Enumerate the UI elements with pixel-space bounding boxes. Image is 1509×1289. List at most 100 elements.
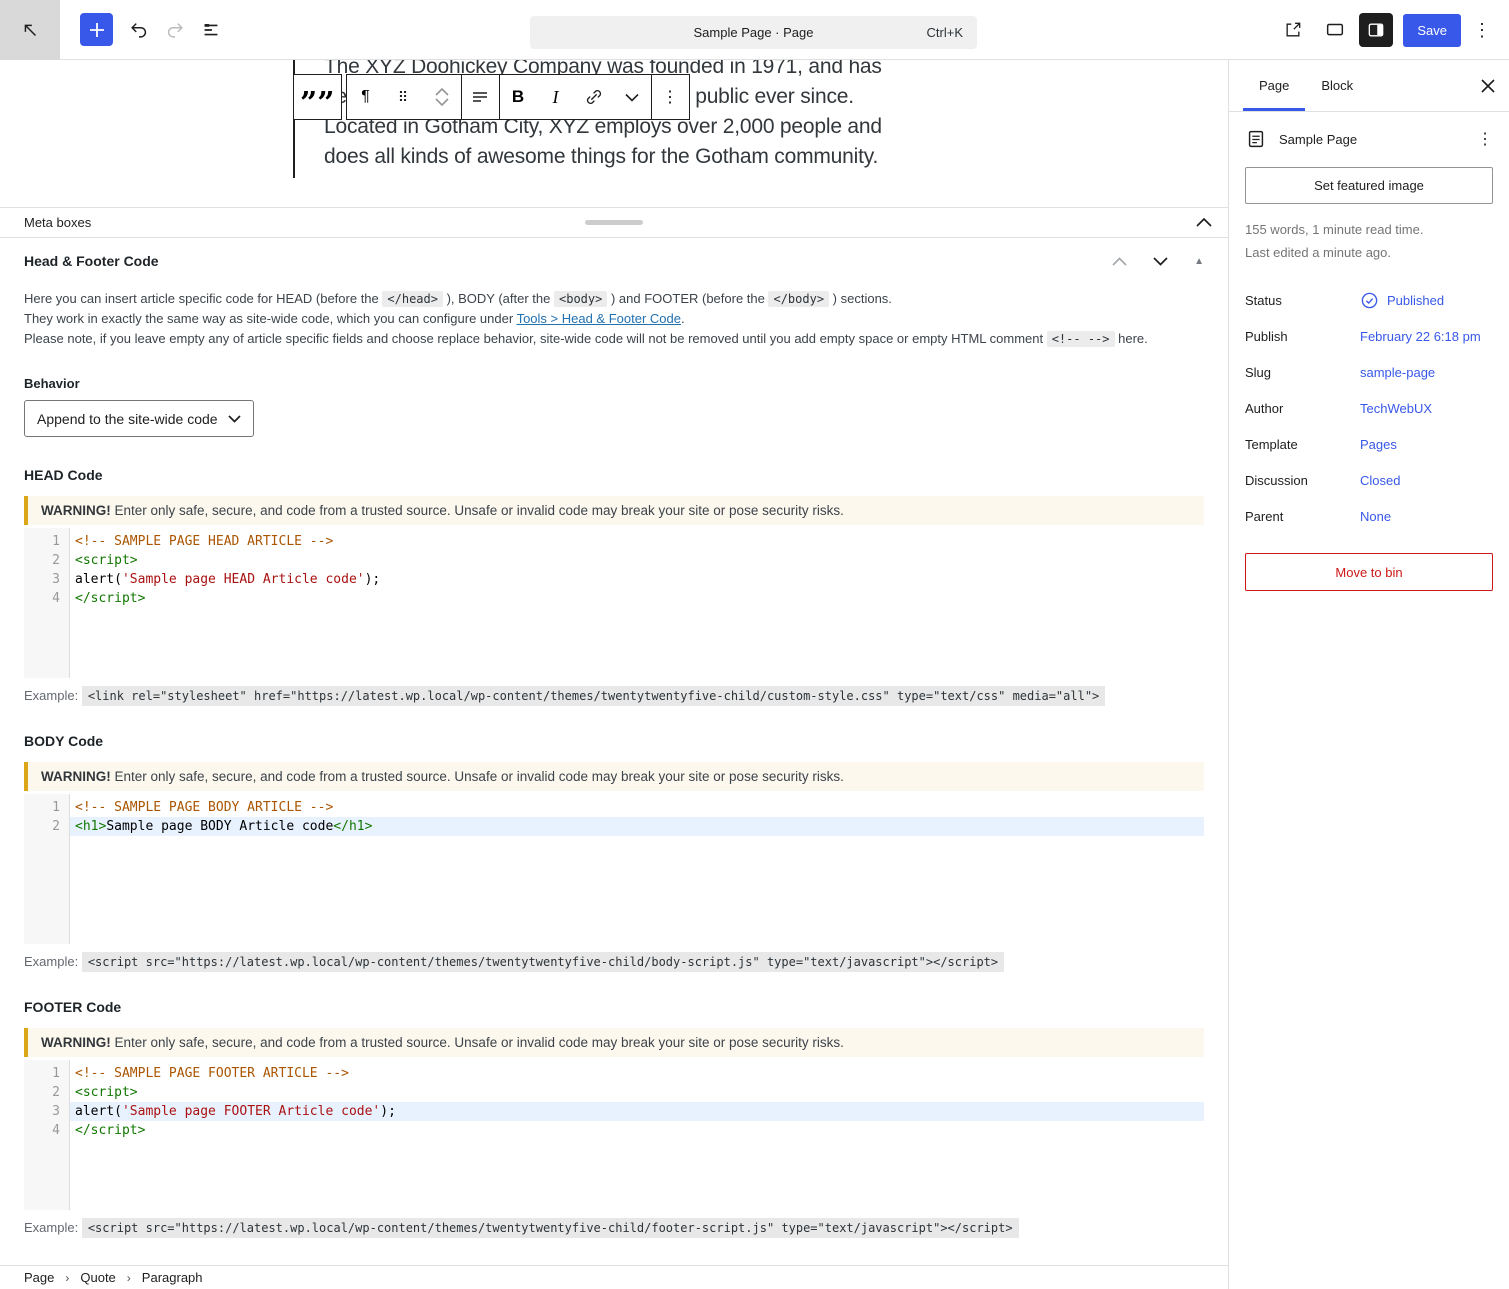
document-info: 155 words, 1 minute read time. Last edit… xyxy=(1245,218,1493,264)
status-value-button[interactable]: Published xyxy=(1360,291,1444,310)
move-to-bin-button[interactable]: Move to bin xyxy=(1245,553,1493,591)
code-lines[interactable]: <!-- SAMPLE PAGE HEAD ARTICLE --><script… xyxy=(70,528,1204,678)
code-chip: </head> xyxy=(382,291,443,307)
undo-button[interactable] xyxy=(121,12,157,48)
metabox-controls: ▲ xyxy=(1112,256,1204,267)
code-line[interactable]: alert('Sample page FOOTER Article code')… xyxy=(70,1102,1204,1121)
settings-sidebar-toggle[interactable] xyxy=(1359,13,1393,47)
document-actions-button[interactable]: ⋮ xyxy=(1477,129,1493,149)
block-movers[interactable] xyxy=(423,75,461,119)
document-overview-button[interactable] xyxy=(193,12,229,48)
bold-icon: B xyxy=(512,87,524,107)
more-formatting-button[interactable] xyxy=(613,75,651,119)
quote-block-button[interactable]: ”” xyxy=(294,75,341,119)
discussion-button[interactable]: Closed xyxy=(1360,473,1400,488)
warning-bold: WARNING! xyxy=(41,503,111,518)
link-button[interactable] xyxy=(575,75,613,119)
code-line[interactable]: <script> xyxy=(70,1083,1204,1102)
code-line[interactable]: <h1>Sample page BODY Article code</h1> xyxy=(70,817,1204,836)
redo-icon xyxy=(164,19,186,41)
warning-bold: WARNING! xyxy=(41,1035,111,1050)
behavior-select[interactable]: Append to the site-wide code xyxy=(24,400,254,437)
footer-example: Example: <script src="https://latest.wp.… xyxy=(24,1220,1204,1235)
tab-block[interactable]: Block xyxy=(1305,60,1369,111)
breadcrumb-page[interactable]: Page xyxy=(24,1270,54,1285)
block-inserter-button[interactable] xyxy=(80,13,113,46)
redo-button[interactable] xyxy=(157,12,193,48)
code-lines[interactable]: <!-- SAMPLE PAGE BODY ARTICLE --><h1>Sam… xyxy=(70,794,1204,944)
meta-boxes-resize-handle[interactable] xyxy=(585,220,643,225)
field-template: Template Pages xyxy=(1245,426,1493,462)
example-code: <link rel="stylesheet" href="https://lat… xyxy=(82,686,1105,706)
breadcrumb-paragraph: Paragraph xyxy=(142,1270,203,1285)
link-icon xyxy=(583,86,605,108)
external-link-icon xyxy=(1283,20,1303,40)
code-chip: </body> xyxy=(768,291,829,307)
page-document-icon xyxy=(1245,128,1267,150)
body-example: Example: <script src="https://latest.wp.… xyxy=(24,954,1204,969)
quote-line: does all kinds of awesome things for the… xyxy=(324,142,1228,172)
parent-block-group: ”” xyxy=(293,74,342,120)
field-label: Author xyxy=(1245,401,1360,416)
align-text-button[interactable] xyxy=(461,75,499,119)
chevron-up-icon xyxy=(1196,218,1212,227)
code-line[interactable]: <!-- SAMPLE PAGE BODY ARTICLE --> xyxy=(70,798,1204,817)
breadcrumb-quote[interactable]: Quote xyxy=(80,1270,115,1285)
template-button[interactable]: Pages xyxy=(1360,437,1397,452)
code-chip: <body> xyxy=(554,291,607,307)
topbar-right-cluster: Save ⋮ xyxy=(1275,0,1497,60)
document-fields: Status Published Publish February 22 6:1… xyxy=(1245,282,1493,534)
author-button[interactable]: TechWebUX xyxy=(1360,401,1432,416)
publish-date-button[interactable]: February 22 6:18 pm xyxy=(1360,329,1481,344)
slug-button[interactable]: sample-page xyxy=(1360,365,1435,380)
block-options-button[interactable]: ⋮ xyxy=(651,75,689,119)
word-count-text: 155 words, 1 minute read time. xyxy=(1245,218,1493,241)
example-code: <script src="https://latest.wp.local/wp-… xyxy=(82,952,1004,972)
behavior-selected-value: Append to the site-wide code xyxy=(37,411,218,427)
move-down-button[interactable] xyxy=(1153,257,1168,266)
description-text: ), BODY (after the xyxy=(443,291,554,306)
example-label: Example: xyxy=(24,688,78,703)
tab-page[interactable]: Page xyxy=(1243,60,1305,111)
meta-boxes-collapse-button[interactable] xyxy=(1196,218,1212,227)
code-line[interactable]: <!-- SAMPLE PAGE HEAD ARTICLE --> xyxy=(70,532,1204,551)
move-down-icon[interactable] xyxy=(435,98,449,106)
head-code-editor[interactable]: 1234 <!-- SAMPLE PAGE HEAD ARTICLE --><s… xyxy=(24,528,1204,678)
italic-button[interactable]: I xyxy=(537,75,575,119)
footer-code-heading: FOOTER Code xyxy=(24,999,1204,1015)
command-shortcut: Ctrl+K xyxy=(927,25,963,40)
options-menu-button[interactable]: ⋮ xyxy=(1467,20,1497,41)
code-line[interactable]: <script> xyxy=(70,551,1204,570)
description-text: They work in exactly the same way as sit… xyxy=(24,311,517,326)
code-line[interactable]: alert('Sample page HEAD Article code'); xyxy=(70,570,1204,589)
set-featured-image-button[interactable]: Set featured image xyxy=(1245,167,1493,204)
toggle-panel-button[interactable]: ▲ xyxy=(1194,256,1204,267)
code-lines[interactable]: <!-- SAMPLE PAGE FOOTER ARTICLE --><scri… xyxy=(70,1060,1204,1210)
code-line[interactable]: <!-- SAMPLE PAGE FOOTER ARTICLE --> xyxy=(70,1064,1204,1083)
tools-settings-link[interactable]: Tools > Head & Footer Code xyxy=(517,311,681,326)
paragraph-block-button[interactable]: ¶ xyxy=(347,75,385,119)
parent-button[interactable]: None xyxy=(1360,509,1391,524)
close-sidebar-button[interactable] xyxy=(1481,60,1495,112)
description-text: here. xyxy=(1115,331,1148,346)
body-code-editor[interactable]: 12 <!-- SAMPLE PAGE BODY ARTICLE --><h1>… xyxy=(24,794,1204,944)
move-up-icon[interactable] xyxy=(435,88,449,96)
line-number-gutter: 1234 xyxy=(24,1060,70,1210)
command-palette-button[interactable]: Sample Page · Page Ctrl+K xyxy=(530,16,977,49)
align-left-icon xyxy=(470,87,490,107)
footer-code-editor[interactable]: 1234 <!-- SAMPLE PAGE FOOTER ARTICLE -->… xyxy=(24,1060,1204,1210)
exit-editor-button[interactable] xyxy=(0,0,60,60)
save-button[interactable]: Save xyxy=(1403,14,1461,47)
bold-button[interactable]: B xyxy=(499,75,537,119)
code-line[interactable]: </script> xyxy=(70,1121,1204,1140)
head-code-heading: HEAD Code xyxy=(24,467,1204,483)
move-up-button[interactable] xyxy=(1112,257,1127,266)
preview-button[interactable] xyxy=(1317,12,1353,48)
editor-top-bar: Sample Page · Page Ctrl+K Save ⋮ xyxy=(0,0,1509,60)
drag-handle[interactable]: ⠿ xyxy=(385,75,423,119)
field-slug: Slug sample-page xyxy=(1245,354,1493,390)
close-icon xyxy=(1481,79,1495,93)
line-number-gutter: 12 xyxy=(24,794,70,944)
view-page-button[interactable] xyxy=(1275,12,1311,48)
code-line[interactable]: </script> xyxy=(70,589,1204,608)
